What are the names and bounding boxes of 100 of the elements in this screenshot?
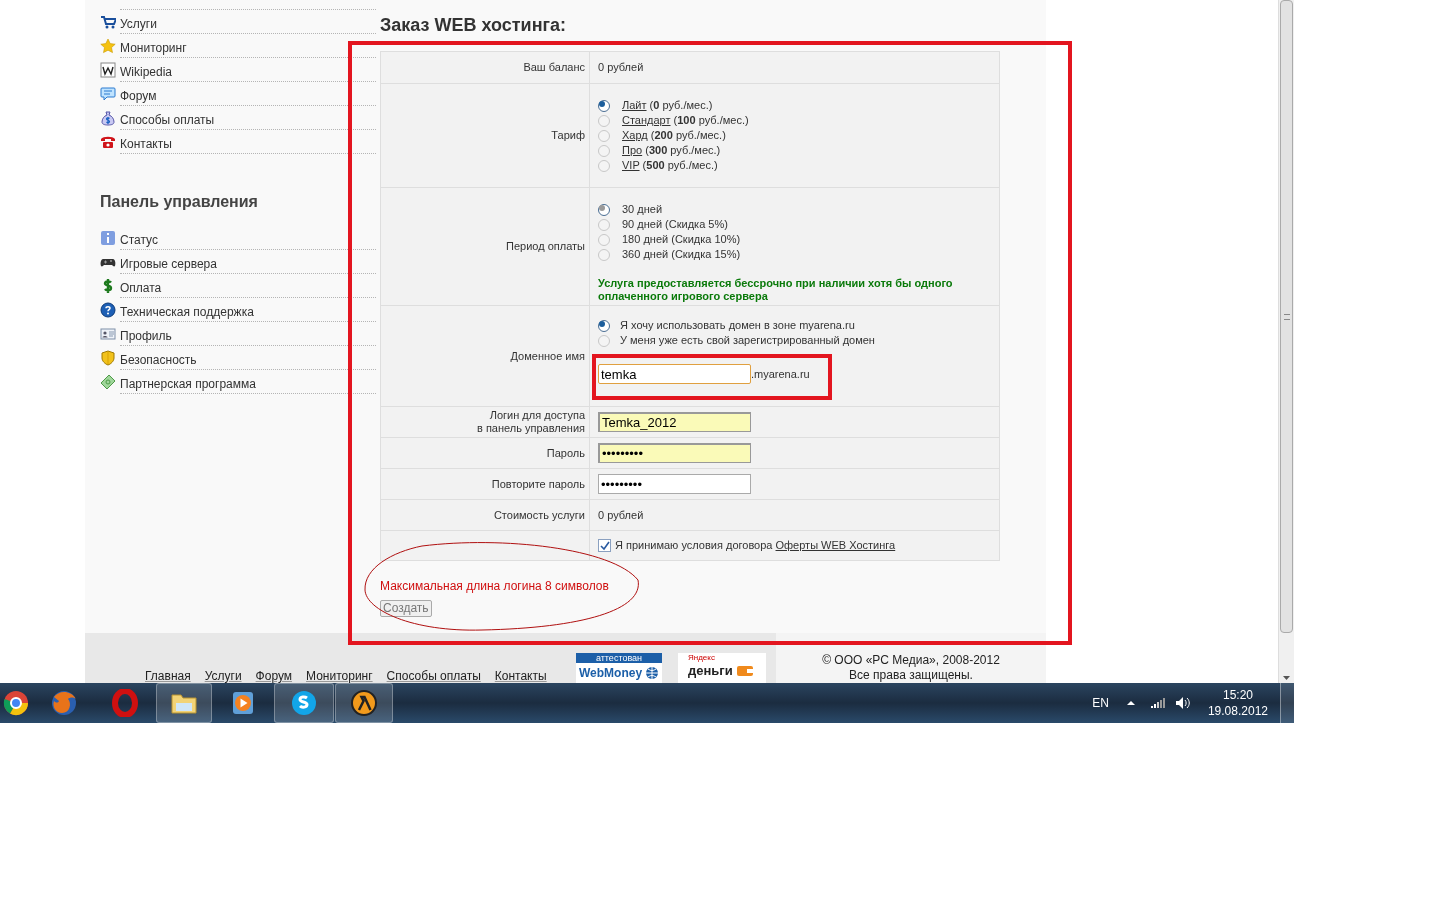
signal-bars-icon[interactable] <box>1150 698 1165 708</box>
radio-button[interactable] <box>598 218 610 231</box>
tariff-link[interactable]: Стандарт <box>622 114 671 127</box>
speech-bubble-icon[interactable] <box>100 86 116 102</box>
language-indicator[interactable]: EN <box>1092 694 1109 712</box>
tariff-option-text: VIP (500 руб./мес.) <box>622 158 718 174</box>
wallet-icon <box>735 664 754 678</box>
text-field[interactable]: temka <box>598 364 751 384</box>
show-desktop-button[interactable] <box>1280 683 1294 723</box>
notice-text: Услуга предоставляется бессрочно при наличии хотя бы одного оплаченного игрового сервера <box>598 277 954 303</box>
section-heading: Панель управления <box>100 192 259 212</box>
sidebar-menu-link[interactable]: Wikipedia <box>120 58 376 82</box>
field-label: Повторите пароль <box>491 477 585 491</box>
badge-label: WebMoney <box>578 665 643 682</box>
footer-link[interactable]: Мониторинг <box>306 670 373 683</box>
scrollbar[interactable] <box>1278 0 1294 683</box>
checkbox[interactable] <box>598 539 611 552</box>
taskbar-app-button[interactable] <box>156 683 212 723</box>
clock-date: 19.08.2012 <box>1207 703 1268 719</box>
field-label: Ваш баланс <box>523 61 585 74</box>
round-badge-icon <box>350 689 378 717</box>
scrollbar-thumb[interactable] <box>1280 0 1293 633</box>
cart-icon[interactable] <box>100 14 116 30</box>
speaker-icon[interactable] <box>1174 696 1190 710</box>
radio-button[interactable] <box>598 99 610 112</box>
sidebar-menu-link[interactable]: Услуги <box>120 10 376 34</box>
tariff-option-text: Про (300 руб./мес.) <box>622 143 721 159</box>
tariff-link[interactable]: VIP <box>622 159 640 172</box>
footer-link[interactable]: Способы оплаты <box>386 670 481 683</box>
tariff-option-text: Стандарт (100 руб./мес.) <box>622 113 749 129</box>
field-value: 0 рублей <box>598 507 645 523</box>
radio-button[interactable] <box>598 144 610 157</box>
badge-caption: Яндекс <box>688 653 716 663</box>
footer-link[interactable]: Услуги <box>204 670 242 683</box>
sidebar-menu-link[interactable]: Мониторинг <box>120 34 376 58</box>
sidebar-menu-link[interactable]: Безопасность <box>120 346 376 370</box>
field-label: Пароль <box>546 446 585 460</box>
money-bag-icon[interactable] <box>100 110 116 126</box>
radio-button[interactable] <box>598 129 610 142</box>
field-label: Тариф <box>551 129 585 142</box>
text-field[interactable]: ••••••••• <box>598 474 751 494</box>
taskbar-app-button[interactable] <box>335 683 393 723</box>
radio-label: У меня уже есть свой зарегистрированный домен <box>620 333 875 349</box>
copyright-text: © ООО «РС Медиа», 2008-2012 <box>822 653 1000 668</box>
sidebar-menu-link[interactable]: Способы оплаты <box>120 106 376 130</box>
page-title: Заказ WEB хостинга: <box>380 14 568 37</box>
info-icon[interactable] <box>100 230 116 246</box>
field-label: Период оплаты <box>506 240 585 253</box>
scroll-down-arrow-icon[interactable] <box>1283 676 1290 680</box>
sidebar-menu-link[interactable]: Контакты <box>120 130 376 154</box>
text-field[interactable]: ••••••••• <box>598 443 751 463</box>
field-label: Логин для доступа в панель управления <box>477 409 585 435</box>
radio-button[interactable] <box>598 203 610 216</box>
sidebar-menu-link[interactable]: Форум <box>120 82 376 106</box>
clock[interactable]: 15:20 19.08.2012 <box>1207 687 1268 719</box>
sidebar-menu-link[interactable]: Игровые сервера <box>120 250 376 274</box>
field-value: 0 рублей <box>598 60 645 76</box>
agreement-text: Я принимаю условия договора Оферты WEB Хостинга <box>615 538 896 554</box>
sidebar-menu-link[interactable]: Партнерская программа <box>120 370 376 394</box>
radio-button[interactable] <box>598 114 610 127</box>
agreement-link[interactable]: Оферты WEB Хостинга <box>775 539 896 552</box>
telephone-icon[interactable] <box>100 134 116 150</box>
help-icon[interactable] <box>100 302 116 318</box>
tariff-link[interactable]: Лайт <box>622 99 647 112</box>
text-field[interactable]: Temka_2012 <box>598 412 751 432</box>
radio-label: 180 дней (Скидка 10%) <box>622 232 741 248</box>
domain-suffix: .myarena.ru <box>751 366 810 382</box>
square-icon[interactable] <box>100 62 116 78</box>
tariff-link[interactable]: Про <box>622 144 643 157</box>
sidebar-menu-link[interactable]: Статус <box>120 226 376 250</box>
ring-icon <box>111 689 139 717</box>
radio-button[interactable] <box>598 319 610 332</box>
show-hidden-icons-arrow-icon[interactable] <box>1126 700 1135 706</box>
tariff-option-text: Лайт (0 руб./мес.) <box>622 98 713 114</box>
create-button[interactable]: Создать <box>380 599 432 617</box>
field-label: Стоимость услуги <box>493 508 585 522</box>
clock-time: 15:20 <box>1222 687 1253 703</box>
sidebar-menu-link[interactable]: Оплата <box>120 274 376 298</box>
radio-button[interactable] <box>598 248 610 261</box>
taskbar-app-button[interactable] <box>274 683 334 723</box>
sidebar-menu-link[interactable]: Техническая поддержка <box>120 298 376 322</box>
footer-link[interactable]: Контакты <box>494 670 547 683</box>
tariff-link[interactable]: Хард <box>622 129 648 142</box>
star-icon[interactable] <box>100 38 116 54</box>
round-app-icon <box>2 689 30 717</box>
footer-link[interactable]: Главная <box>145 670 191 683</box>
radio-label: 30 дней <box>622 202 663 218</box>
radio-label: Я хочу использовать домен в зоне myarena.ru <box>620 318 855 334</box>
shield-icon[interactable] <box>100 350 116 366</box>
banknote-icon[interactable] <box>100 374 116 390</box>
footer-link[interactable]: Форум <box>255 670 293 683</box>
copyright-text: Все права защищены. <box>849 668 973 683</box>
id-card-icon[interactable] <box>100 326 116 342</box>
radio-label: 360 дней (Скидка 15%) <box>622 247 741 263</box>
radio-button[interactable] <box>598 159 610 172</box>
sidebar-menu-link[interactable]: Профиль <box>120 322 376 346</box>
radio-button[interactable] <box>598 334 610 347</box>
radio-button[interactable] <box>598 233 610 246</box>
badge-label: деньги <box>688 663 733 679</box>
badge-caption: аттестован <box>576 653 662 663</box>
